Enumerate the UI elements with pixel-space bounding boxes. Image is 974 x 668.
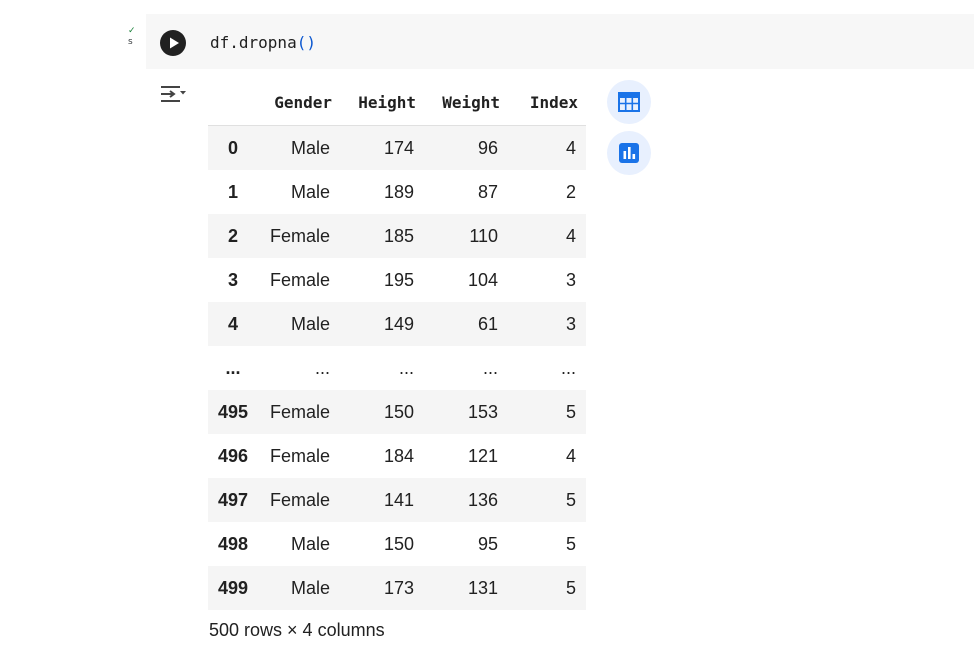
cell-weight: 110 [469,225,499,246]
output-collapse-icon [161,86,186,102]
cell-height: 150 [384,533,415,554]
row-index: 497 [218,489,249,510]
cell-height: 189 [384,181,415,202]
execution-status: ✓ s [128,26,140,48]
table-row: 495 Female 150 153 5 [208,390,587,434]
run-cell-button[interactable] [160,30,186,56]
row-index: ... [225,357,241,378]
cell-gender: Female [270,401,331,422]
table-row: 2 Female 185 110 4 [208,214,587,258]
header-gender: Gender [258,80,341,126]
row-index: 2 [228,225,239,246]
row-index: 0 [228,137,239,158]
cell-index: 5 [566,401,577,422]
table-row: 499 Male 173 131 5 [208,566,587,610]
cell-index: 2 [566,181,577,202]
cell-height: 141 [384,489,415,510]
table-row: 497 Female 141 136 5 [208,478,587,522]
cell-height: 149 [384,313,415,334]
cell-index: 3 [566,313,577,334]
table-row: 0 Male 174 96 4 [208,125,587,170]
header-height: Height [340,80,425,126]
row-index: 4 [228,313,239,334]
execution-time: s [128,37,133,47]
cell-weight: 121 [468,445,499,466]
table-grid-icon [618,92,640,112]
cell-gender: Female [270,445,331,466]
cell-height: 185 [384,225,415,246]
cell-index: 4 [566,137,577,158]
code-editor[interactable]: df.dropna() [210,30,316,56]
cell-gender: Male [291,137,331,158]
dataframe-shape-footer: 500 rows × 4 columns [209,620,385,640]
convert-to-interactive-table-button[interactable] [607,80,651,124]
dataframe-table: Gender Height Weight Index 0 Male 174 96… [208,80,587,610]
table-row: 498 Male 150 95 5 [208,522,587,566]
row-index: 3 [228,269,239,290]
cell-gender: Female [270,489,331,510]
row-index: 499 [218,577,249,598]
cell-height: 174 [384,137,415,158]
cell-weight: 131 [468,577,499,598]
code-text: df.dropna [210,33,297,52]
suggest-charts-button[interactable] [607,131,651,175]
row-index: 498 [218,533,249,554]
cell-weight: 96 [478,137,499,158]
cell-gender: Female [270,269,331,290]
cell-weight: 95 [478,533,499,554]
output-collapse-button[interactable] [158,82,188,108]
cell-index: 5 [566,489,577,510]
cell-gender: Male [291,181,331,202]
cell-weight: 61 [478,313,499,334]
cell-index: 5 [566,577,577,598]
cell-index: 3 [566,269,577,290]
cell-gender: Male [291,577,331,598]
bar-chart-icon [619,143,639,163]
cell-height: 195 [384,269,415,290]
cell-weight: ... [483,357,499,378]
code-paren: () [296,33,316,52]
table-row-ellipsis: ... ... ... ... ... [208,346,587,390]
cell-weight: 136 [468,489,499,510]
table-row: 4 Male 149 61 3 [208,302,587,346]
table-row: 1 Male 189 87 2 [208,170,587,214]
cell-weight: 87 [478,181,499,202]
cell-index: ... [561,357,577,378]
header-index: Index [508,80,587,126]
row-index: 496 [218,445,249,466]
table-row: 3 Female 195 104 3 [208,258,587,302]
row-index: 495 [218,401,249,422]
cell-height: 150 [384,401,415,422]
play-circle-icon [170,37,179,49]
cell-gender: ... [315,357,331,378]
cell-index: 5 [566,533,577,554]
row-index: 1 [228,181,239,202]
header-weight: Weight [424,80,509,126]
cell-height: ... [399,357,415,378]
cell-gender: Male [291,533,331,554]
cell-weight: 104 [468,269,499,290]
table-header-row: Gender Height Weight Index [208,80,587,126]
table-row: 496 Female 184 121 4 [208,434,587,478]
cell-height: 173 [384,577,415,598]
cell-height: 184 [384,445,415,466]
cell-gender: Female [270,225,331,246]
cell-index: 4 [566,445,577,466]
header-index-cell [208,80,259,126]
cell-weight: 153 [468,401,499,422]
cell-gender: Male [291,313,331,334]
executed-check-icon: ✓ [128,26,136,36]
cell-index: 4 [566,225,577,246]
